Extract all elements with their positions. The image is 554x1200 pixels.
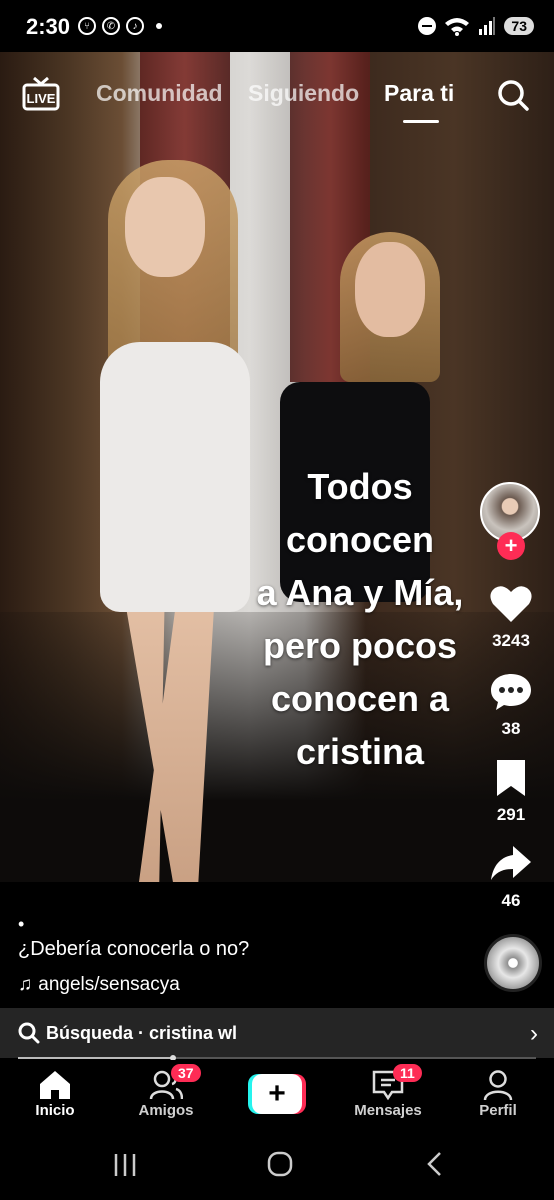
related-search-bar[interactable]: Búsqueda · cristina wl ›	[0, 1008, 554, 1058]
status-notification-icons: ⑂ ✆ ♪	[78, 17, 162, 35]
share-action[interactable]: 46	[478, 844, 544, 911]
active-tab-indicator	[403, 120, 439, 123]
wifi-icon	[445, 18, 470, 36]
tab-label: Inicio	[35, 1102, 75, 1119]
tab-amigos[interactable]: Amigos 37	[121, 1064, 211, 1119]
search-icon[interactable]	[496, 78, 530, 112]
model-white-dress	[100, 342, 250, 612]
do-not-disturb-icon	[418, 17, 437, 35]
whatsapp-icon: ✆	[102, 17, 120, 35]
tab-perfil[interactable]: Perfil	[453, 1068, 543, 1119]
tab-siguiendo[interactable]: Siguiendo	[248, 80, 359, 107]
back-icon[interactable]	[424, 1150, 446, 1178]
model-head	[355, 242, 425, 337]
live-icon[interactable]: LIVE	[22, 76, 60, 112]
music-note-icon: ♫	[18, 974, 33, 995]
comment-action[interactable]: 38	[478, 672, 544, 739]
overlay-line: a Ana y Mía,	[256, 572, 464, 613]
status-time: 2:30	[26, 14, 71, 39]
follow-button[interactable]: +	[497, 532, 525, 560]
status-right: 73	[418, 16, 534, 36]
battery-indicator: 73	[504, 17, 534, 35]
tab-label: Perfil	[479, 1102, 517, 1119]
top-nav: LIVE Comunidad Siguiendo Para ti	[0, 74, 554, 124]
status-bar: 2:30 ⑂ ✆ ♪ 73	[0, 0, 554, 52]
like-count: 3243	[492, 631, 530, 650]
video-progress-bar[interactable]	[18, 1055, 536, 1061]
video-player[interactable]: Todos conocen a Ana y Mía, pero pocos co…	[0, 52, 554, 882]
system-nav-bar	[0, 1132, 554, 1200]
home-icon	[10, 1068, 100, 1102]
model-head	[125, 177, 205, 277]
share-count: 46	[501, 891, 521, 910]
app-notification-icon: ⑂	[78, 17, 96, 35]
heart-icon	[490, 586, 532, 622]
save-count: 291	[496, 805, 526, 824]
tab-para-ti[interactable]: Para ti	[384, 80, 454, 107]
overlay-line: conocen	[285, 519, 435, 560]
music-disc[interactable]	[484, 934, 542, 992]
related-search-text: Búsqueda · cristina wl	[46, 1023, 238, 1043]
home-button-icon[interactable]	[266, 1150, 294, 1178]
overlay-line: Todos	[307, 466, 413, 507]
create-plus-icon: +	[252, 1074, 302, 1114]
tiktok-icon: ♪	[126, 17, 144, 35]
live-label: LIVE	[27, 91, 56, 106]
comment-count: 38	[501, 719, 521, 738]
video-progress-fill	[18, 1057, 174, 1059]
signal-icon	[479, 17, 496, 35]
post-author[interactable]: •	[18, 914, 24, 935]
overlay-line: conocen a	[270, 678, 450, 719]
chevron-right-icon: ›	[530, 1020, 538, 1047]
music-title: angels/sensacya	[38, 974, 180, 995]
like-action[interactable]: 3243	[478, 584, 544, 651]
post-caption[interactable]: ¿Debería conocerla o no?	[18, 938, 249, 961]
more-notifications-dot	[156, 23, 162, 29]
music-info[interactable]: ♫ angels/sensacya	[18, 974, 180, 996]
search-icon	[18, 1022, 40, 1044]
save-action[interactable]: 291	[478, 758, 544, 825]
profile-icon	[453, 1068, 543, 1102]
tab-inicio[interactable]: Inicio	[10, 1068, 100, 1119]
tab-mensajes[interactable]: Mensajes 11	[343, 1064, 433, 1119]
tab-label: Amigos	[138, 1102, 194, 1119]
video-text-overlay: Todos conocen a Ana y Mía, pero pocos co…	[230, 460, 490, 778]
bottom-nav: Inicio Amigos 37 + Mensajes 11 Perfil	[0, 1060, 554, 1132]
recent-apps-icon[interactable]	[112, 1152, 138, 1178]
tab-comunidad[interactable]: Comunidad	[96, 80, 223, 107]
comment-icon	[491, 674, 531, 710]
messages-badge: 11	[393, 1064, 422, 1082]
overlay-line: pero pocos	[262, 625, 458, 666]
bookmark-icon	[497, 760, 525, 796]
share-icon	[491, 846, 531, 880]
tab-label: Mensajes	[354, 1102, 422, 1119]
create-button[interactable]: +	[246, 1074, 308, 1114]
friends-badge: 37	[171, 1064, 201, 1082]
overlay-line: cristina	[295, 731, 425, 772]
